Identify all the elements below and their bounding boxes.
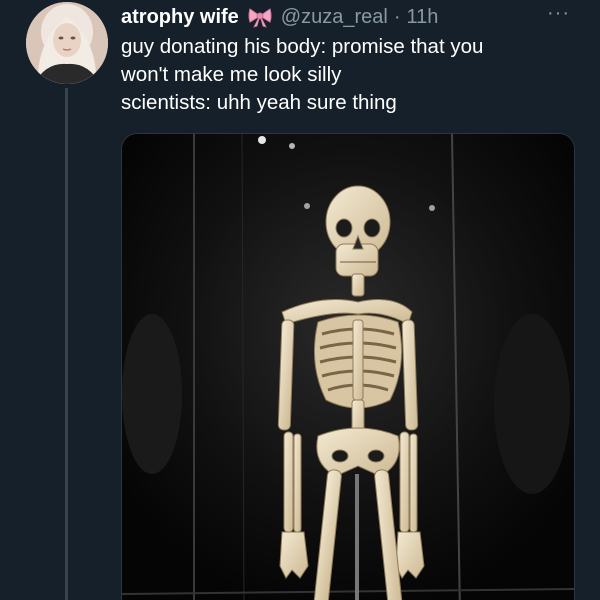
- tweet-text-line: won't make me look silly: [121, 63, 342, 86]
- tweet-text-line: guy donating his body: promise that you: [121, 35, 484, 58]
- tweet-text: guy donating his body: promise that you …: [121, 33, 571, 117]
- tweet: atrophy wife @zuza_real · 11h ··· guy do…: [0, 0, 600, 600]
- author-handle[interactable]: @zuza_real: [281, 6, 388, 29]
- skeleton-display-photo: [122, 134, 574, 600]
- tweet-media-image[interactable]: [121, 133, 575, 600]
- ribbon-bow-icon: [247, 6, 273, 28]
- tweet-header: atrophy wife @zuza_real · 11h: [121, 2, 438, 32]
- timestamp[interactable]: 11h: [407, 6, 439, 29]
- separator-dot: ·: [393, 5, 401, 28]
- author-name[interactable]: atrophy wife: [121, 6, 239, 29]
- avatar[interactable]: [26, 2, 108, 84]
- thread-line: [65, 88, 68, 600]
- tweet-text-line: scientists: uhh yeah sure thing: [121, 91, 397, 114]
- more-options-icon[interactable]: ···: [547, 2, 570, 25]
- avatar-photo: [26, 2, 108, 84]
